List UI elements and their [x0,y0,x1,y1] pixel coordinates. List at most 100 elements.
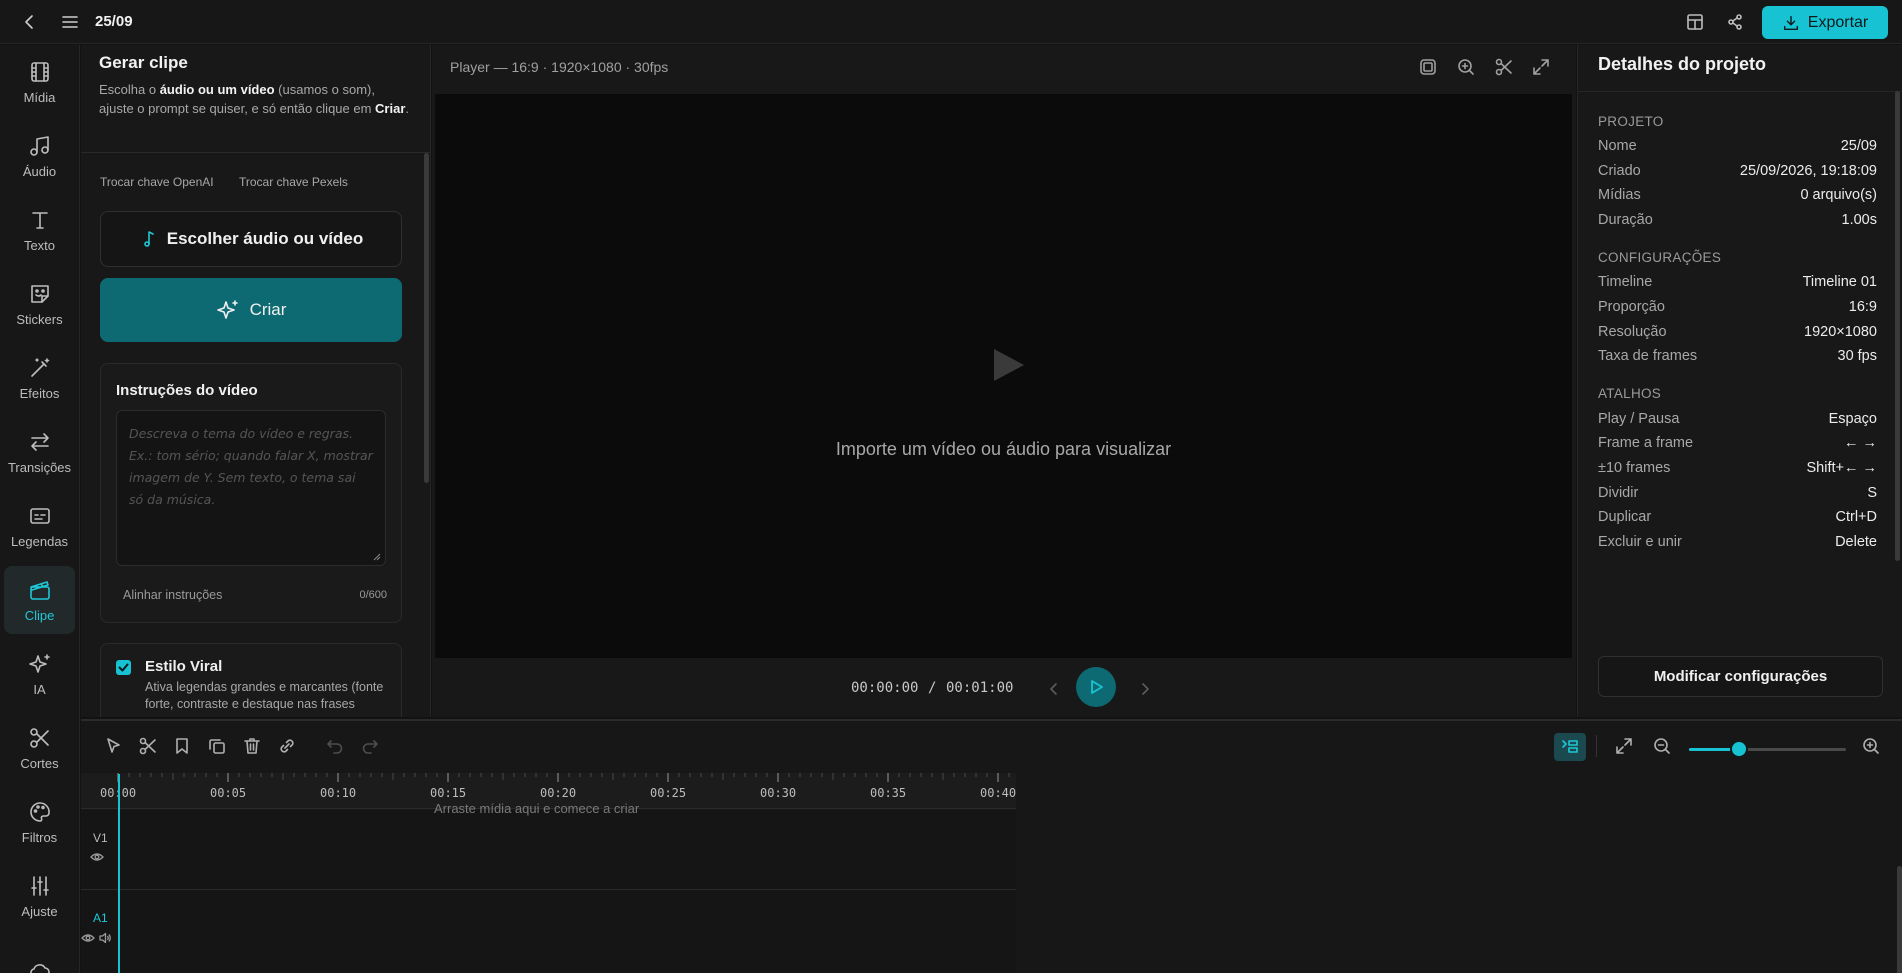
undo-icon[interactable] [325,736,345,756]
transition-icon [30,432,49,451]
trash-icon[interactable] [242,736,262,756]
detail-value: 25/09 [1840,138,1877,154]
timeline-scrollbar[interactable] [1897,866,1902,973]
previous-frame-icon[interactable] [1044,679,1064,699]
zoom-slider-handle[interactable] [1730,740,1749,758]
detail-value: 30 fps [1837,348,1878,364]
snap-toggle[interactable] [1554,733,1586,761]
detail-key: Dividir [1598,485,1639,501]
tool-rail: Mídia Áudio Texto Stickers Efeitos Trans… [0,45,80,973]
track-area[interactable]: V1 A1 [81,810,1016,973]
volume-icon[interactable] [98,931,112,945]
rail-item-texto[interactable]: Texto [4,196,75,264]
playhead[interactable] [118,774,120,973]
play-button[interactable] [1076,667,1116,707]
palette-icon [29,801,50,822]
rail-item-clipe[interactable]: Clipe [4,566,75,634]
download-icon [1783,15,1798,30]
char-counter: 0/600 [359,589,387,601]
scissors-icon [29,727,49,748]
zoom-in-icon[interactable] [1456,57,1476,77]
eye-icon[interactable] [81,931,95,945]
rail-label: Mídia [23,89,56,105]
toolbar-divider [1596,735,1597,757]
split-scissors-icon[interactable] [138,736,158,756]
drop-hint: Arraste mídia aqui e comece a criar [434,801,640,816]
transport-controls: 00:00:00 / 00:01:00 [432,660,1576,717]
select-cursor-icon[interactable] [104,736,124,756]
ruler-tick-label: 00:15 [430,786,467,800]
eye-icon[interactable] [90,850,104,864]
clip-panel-header: Gerar clipe Escolha o áudio ou um vídeo … [81,45,430,153]
zoom-slider[interactable] [1689,740,1846,758]
rail-item-filtros[interactable]: Filtros [4,788,75,856]
rail-item-midia[interactable]: Mídia [4,48,75,116]
viral-style-checkbox[interactable] [116,660,131,675]
viral-style-title: Estilo Viral [145,658,223,675]
rail-item-transicoes[interactable]: Transições [4,418,75,486]
resize-grip-icon[interactable] [373,553,381,561]
layout-icon[interactable] [1685,12,1705,32]
project-details-panel: Detalhes do projeto PROJETO Nome 25/09 C… [1577,45,1902,717]
rail-item-ajuste[interactable]: Ajuste [4,862,75,930]
rail-label: Texto [23,237,56,253]
bookmark-icon[interactable] [172,736,192,756]
detail-key: Duração [1598,212,1653,228]
rail-item-efeitos[interactable]: Efeitos [4,344,75,412]
safe-area-icon[interactable] [1418,57,1438,77]
fullscreen-icon[interactable] [1531,57,1551,77]
fit-timeline-icon[interactable] [1614,736,1634,756]
scissors-icon[interactable] [1494,57,1514,77]
sticker-icon [30,284,49,303]
change-pexels-key-link[interactable]: Trocar chave Pexels [239,175,348,189]
ruler-tick-label: 00:25 [650,786,687,800]
rail-label: Áudio [22,163,57,179]
sparkles-icon [28,653,50,673]
rail-item-cloud[interactable] [4,936,75,973]
redo-icon[interactable] [360,736,380,756]
detail-value: 25/09/2026, 19:18:09 [1739,163,1877,179]
change-openai-key-link[interactable]: Trocar chave OpenAI [100,175,214,189]
rail-item-legendas[interactable]: Legendas [4,492,75,560]
rail-item-audio[interactable]: Áudio [4,122,75,190]
details-scrollbar[interactable] [1895,91,1900,561]
ruler-tick-label: 00:10 [320,786,357,800]
generate-clip-panel: Gerar clipe Escolha o áudio ou um vídeo … [81,45,431,717]
detail-key: Resolução [1598,324,1667,340]
zoom-out-icon[interactable] [1652,736,1672,756]
back-icon[interactable] [20,12,40,32]
detail-key: Taxa de frames [1598,348,1698,364]
share-icon[interactable] [1725,12,1745,32]
rail-label: Ajuste [21,903,58,919]
instructions-textarea[interactable]: Descreva o tema do vídeo e regras. Ex.: … [116,410,386,566]
video-viewport[interactable]: Importe um vídeo ou áudio para visualiza… [435,94,1572,658]
rail-item-ia[interactable]: IA [4,640,75,708]
panel-scrollbar[interactable] [424,153,429,483]
next-frame-icon[interactable] [1135,679,1155,699]
timeline-panel: 00:0000:0500:1000:1500:2000:2500:3000:35… [81,719,1902,973]
section-project-title: PROJETO [1598,114,1664,129]
detail-value: Timeline 01 [1802,274,1877,290]
menu-icon[interactable] [60,12,80,32]
detail-key: ±10 frames [1598,460,1671,476]
create-button[interactable]: Criar [100,278,402,342]
align-instructions-button[interactable]: Alinhar instruções [123,588,222,602]
choose-audio-video-button[interactable]: Escolher áudio ou vídeo [100,211,402,267]
detail-key: Excluir e unir [1598,534,1682,550]
ruler-tick-label: 00:35 [870,786,907,800]
rail-item-cortes[interactable]: Cortes [4,714,75,782]
section-shortcuts-title: ATALHOS [1598,386,1662,401]
modify-settings-button[interactable]: Modificar configurações [1598,656,1883,697]
rail-item-stickers[interactable]: Stickers [4,270,75,338]
ruler-tick-label: 00:20 [540,786,577,800]
detail-key: Proporção [1598,299,1665,315]
detail-key: Duplicar [1598,509,1652,525]
cloud-icon [29,964,50,973]
duplicate-icon[interactable] [207,736,227,756]
detach-audio-icon[interactable] [277,736,297,756]
viral-style-description: Ativa legendas grandes e marcantes (font… [145,680,384,711]
detail-value: Delete [1835,534,1877,550]
export-button[interactable]: Exportar [1762,6,1888,39]
detail-key: Mídias [1598,187,1641,203]
zoom-in-icon[interactable] [1861,736,1881,756]
